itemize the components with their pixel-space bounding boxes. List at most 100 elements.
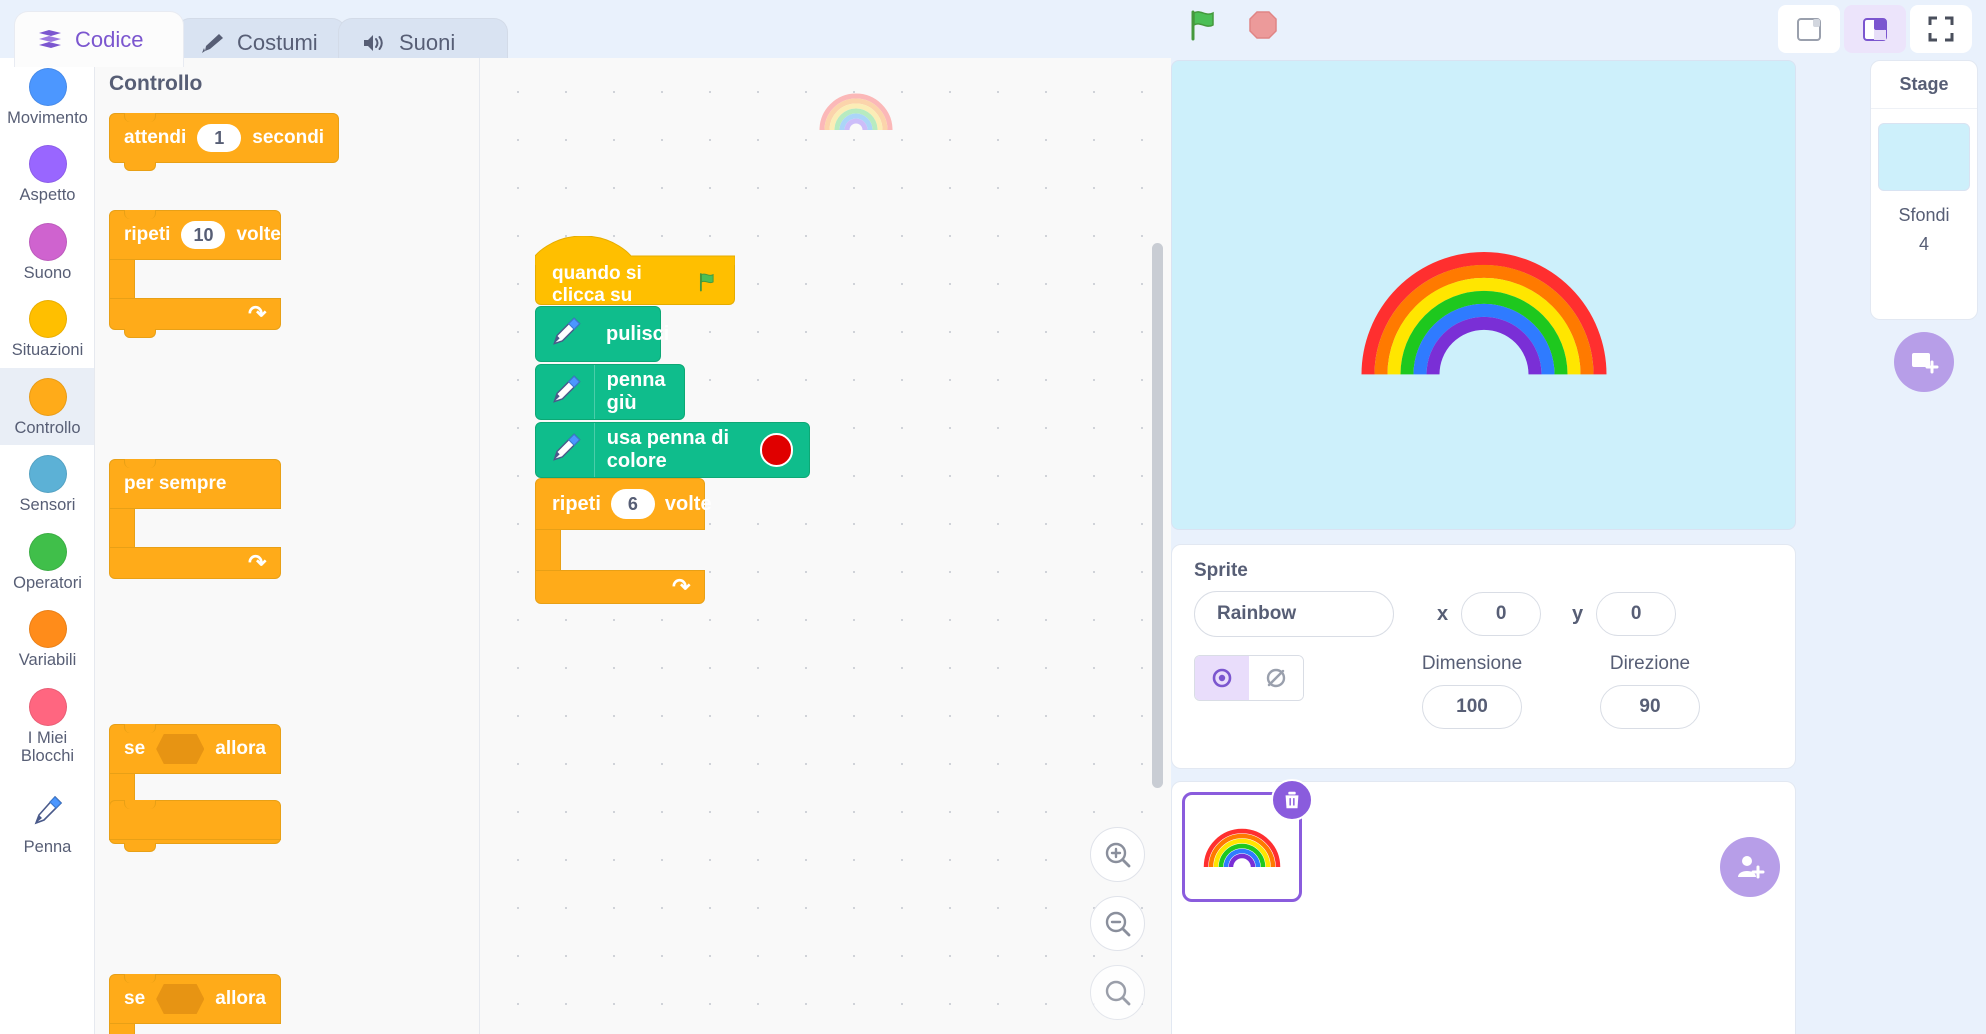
stage-pane[interactable]: Stage Sfondi 4 [1870,60,1978,320]
size-label: Dimensione [1421,653,1523,674]
green-flag-icon [696,271,718,299]
block-label: se [124,738,146,759]
block-label: volte [664,492,712,515]
block-palette[interactable]: Controllo attendi 1 secondi ripeti 10 vo… [95,58,480,1034]
palette-block-attendi[interactable]: attendi 1 secondi [109,113,340,171]
trash-icon[interactable] [1271,779,1313,821]
sidebar-item-aspetto[interactable]: Aspetto [0,135,94,212]
large-stage-button[interactable] [1844,5,1906,53]
block-label: allora [215,988,266,1009]
color-swatch[interactable] [760,433,793,467]
sprite-size-input[interactable]: 100 [1422,685,1522,729]
block-label: volte [236,224,281,245]
stage-view[interactable] [1171,60,1796,530]
sprite-panel-title: Sprite [1194,560,1248,581]
pen-icon [28,790,68,835]
sprite-info-panel: Sprite Rainbow x 0 y 0 Dimensione 100 Di… [1171,544,1796,769]
category-label: Aspetto [19,186,76,205]
block-boolean-slot[interactable] [156,984,205,1014]
sidebar-item-operatori[interactable]: Operatori [0,523,94,600]
sidebar-item-situazioni[interactable]: Situazioni [0,290,94,367]
sidebar-item-variabili[interactable]: Variabili [0,600,94,677]
stage-sprite-rainbow [1360,246,1608,381]
sidebar-item-penna[interactable]: Penna [0,780,94,864]
sprite-thumbnail-rainbow[interactable] [1182,779,1313,902]
category-dot [28,610,67,649]
pen-icon [548,371,584,413]
sprite-size-group: Dimensione 100 [1402,653,1542,729]
palette-block-per-sempre[interactable]: per sempre ↶ [109,459,479,579]
block-input-times[interactable]: 10 [181,221,226,249]
script-block-ripeti[interactable]: ripeti 6 volte ↶ [535,478,712,604]
category-label: I Miei Blocchi [20,728,75,766]
tab-label: Costumi [237,30,318,55]
tab-codice[interactable]: Codice [14,11,184,67]
category-rail[interactable]: Movimento Aspetto Suono Situazioni Contr… [0,58,95,1034]
block-input-seconds[interactable]: 1 [197,124,242,152]
sprite-y-input[interactable]: 0 [1596,592,1677,636]
block-label: per sempre [124,473,227,494]
add-sprite-button[interactable] [1720,837,1780,897]
palette-block-ripeti[interactable]: ripeti 10 volte ↶ [109,210,479,338]
palette-title: Controllo [109,72,203,95]
category-label: Variabili [18,651,77,670]
zoom-reset-button[interactable] [1090,965,1145,1020]
block-label: allora [215,738,266,759]
sprite-list[interactable] [1171,779,1796,1034]
script-block-penna-giu[interactable]: penna giù [535,364,685,420]
block-input-times[interactable]: 6 [610,489,655,519]
pen-icon [548,429,584,471]
category-label: Controllo [14,418,81,437]
eye-hide-icon[interactable] [1249,656,1303,700]
sidebar-item-controllo[interactable]: Controllo [0,367,94,446]
category-dot [28,300,67,339]
sprite-direction-input[interactable]: 90 [1600,685,1700,729]
zoom-controls [1090,827,1145,1020]
eye-show-icon[interactable] [1195,656,1249,700]
sprite-y-group: y 0 [1572,592,1677,636]
palette-block-partial[interactable] [109,800,281,840]
sprite-visibility-toggle[interactable] [1194,655,1304,701]
category-dot [28,377,67,416]
workspace-scrollbar-vertical[interactable] [1152,243,1163,788]
backdrop-thumbnail[interactable] [1878,123,1970,191]
stage-pane-title: Stage [1871,61,1977,109]
category-label: Sensori [19,496,76,515]
green-flag-icon[interactable] [1185,7,1221,48]
sidebar-item-i-miei-blocchi[interactable]: I Miei Blocchi [0,678,94,774]
script-block-usa-penna-di-colore[interactable]: usa penna di colore [535,422,810,478]
fullscreen-button[interactable] [1910,5,1972,53]
block-label: ripeti [552,492,601,515]
code-workspace[interactable]: quando si clicca su pulisci penna giù us… [480,58,1171,1034]
pen-icon [548,313,584,355]
sidebar-item-movimento[interactable]: Movimento [0,58,94,135]
speaker-icon [361,32,387,54]
script-block-pulisci[interactable]: pulisci [535,306,669,362]
block-label: se [124,988,146,1009]
script-hat-block[interactable]: quando si clicca su [535,236,735,306]
category-label: Penna [23,837,72,856]
stop-icon[interactable] [1245,7,1281,48]
code-icon [37,29,63,51]
block-label: penna giù [606,369,666,414]
small-stage-button[interactable] [1778,5,1840,53]
block-boolean-slot[interactable] [156,734,205,764]
tab-label: Codice [75,26,144,52]
category-label: Suono [23,263,72,282]
sidebar-item-sensori[interactable]: Sensori [0,445,94,522]
zoom-in-button[interactable] [1090,827,1145,882]
sidebar-item-suono[interactable]: Suono [0,213,94,290]
zoom-out-button[interactable] [1090,896,1145,951]
sprite-x-input[interactable]: 0 [1461,592,1542,636]
sprite-x-group: x 0 [1437,592,1542,636]
block-label: usa penna di colore [606,427,729,472]
loop-arrow-icon: ↶ [247,550,266,575]
block-label: pulisci [606,322,670,345]
sprite-name-input[interactable]: Rainbow [1194,591,1394,637]
block-label: ripeti [124,224,171,245]
add-backdrop-button[interactable] [1894,332,1954,392]
stage-size-controls [1774,5,1972,53]
category-label: Operatori [13,573,82,592]
category-dot [28,145,67,184]
palette-block-se-altrimenti[interactable]: se allora altrimenti [109,974,479,1034]
